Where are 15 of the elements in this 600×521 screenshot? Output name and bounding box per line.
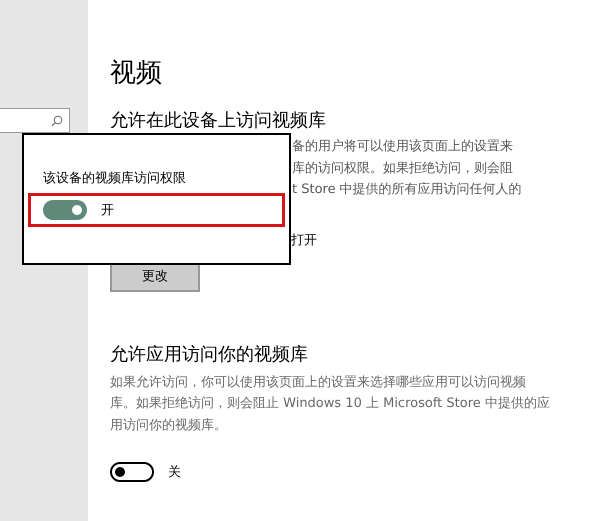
section-heading: 允许在此设备上访问视频库 xyxy=(110,109,326,132)
page-title: 视频 xyxy=(110,57,162,90)
section-heading: 允许应用访问你的视频库 xyxy=(110,342,308,366)
toggle-label: 开 xyxy=(101,202,114,219)
search-field[interactable] xyxy=(0,108,70,133)
description-text: 如果允许访问，你可以使用该页面上的设置来选择哪些应用可以访问视频库。如果拒绝访问，则会阻止 Windows 10 上 Microsoft Store 中提供的应用访问你的视频库。 xyxy=(110,374,550,434)
status-text: 打开 xyxy=(291,232,318,248)
description-text: 备的用户将可以使用该页面上的设置来 xyxy=(292,138,514,156)
permission-label: 该设备的视频库访问权限 xyxy=(43,170,187,187)
toggle-switch[interactable] xyxy=(43,200,87,220)
search-icon xyxy=(51,114,63,126)
toggle-label: 关 xyxy=(168,464,181,481)
description-text: t Store 中提供的所有应用访问任何人的 xyxy=(292,181,522,199)
description-text: 库的访问权限。如果拒绝访问，则会阻 xyxy=(292,160,514,178)
toggle-switch[interactable] xyxy=(110,462,154,482)
